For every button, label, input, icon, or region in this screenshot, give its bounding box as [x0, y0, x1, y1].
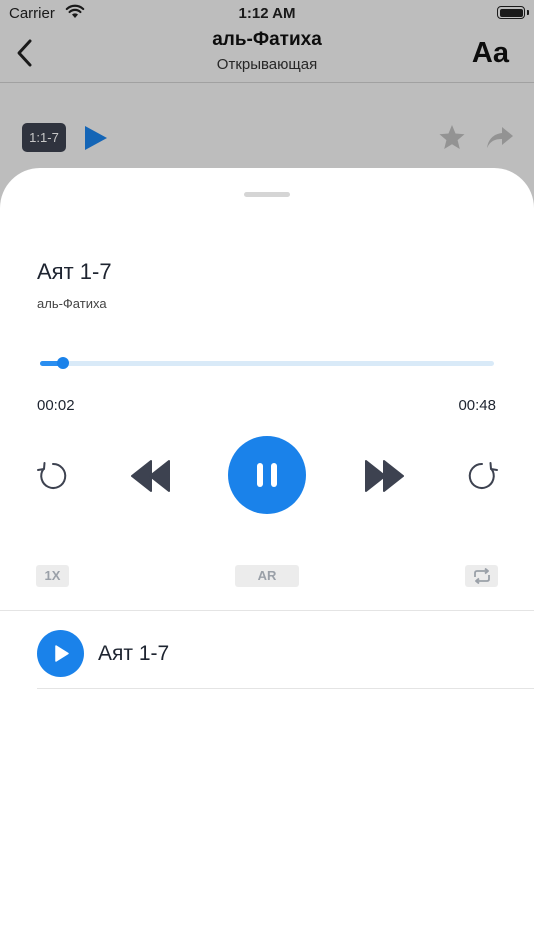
track-subtitle: аль-Фатиха [37, 296, 107, 311]
progress-track[interactable] [40, 361, 494, 366]
playlist-item-label: Аят 1-7 [98, 642, 170, 665]
current-time: 00:02 [37, 397, 75, 414]
repeat-icon [473, 567, 490, 585]
sheet-grabber[interactable] [244, 192, 290, 197]
previous-icon[interactable] [131, 459, 171, 493]
divider [37, 688, 534, 689]
player-sheet: Аят 1-7 аль-Фатиха 00:02 00:48 1X AR Аят… [0, 168, 534, 950]
playlist-item[interactable]: Аят 1-7 [0, 611, 534, 689]
forward-icon[interactable] [464, 458, 500, 494]
pause-button[interactable] [228, 436, 306, 514]
track-title: Аят 1-7 [37, 259, 112, 284]
playlist-play-button[interactable] [37, 630, 84, 677]
play-icon [55, 645, 69, 662]
total-time: 00:48 [458, 397, 496, 414]
repeat-button[interactable] [465, 565, 498, 587]
pause-icon-bar-right [271, 463, 277, 487]
next-icon[interactable] [364, 459, 404, 493]
language-button[interactable]: AR [235, 565, 299, 587]
pause-icon-bar-left [257, 463, 263, 487]
rewind-icon[interactable] [35, 458, 71, 494]
speed-button[interactable]: 1X [36, 565, 69, 587]
progress-knob[interactable] [57, 357, 69, 369]
